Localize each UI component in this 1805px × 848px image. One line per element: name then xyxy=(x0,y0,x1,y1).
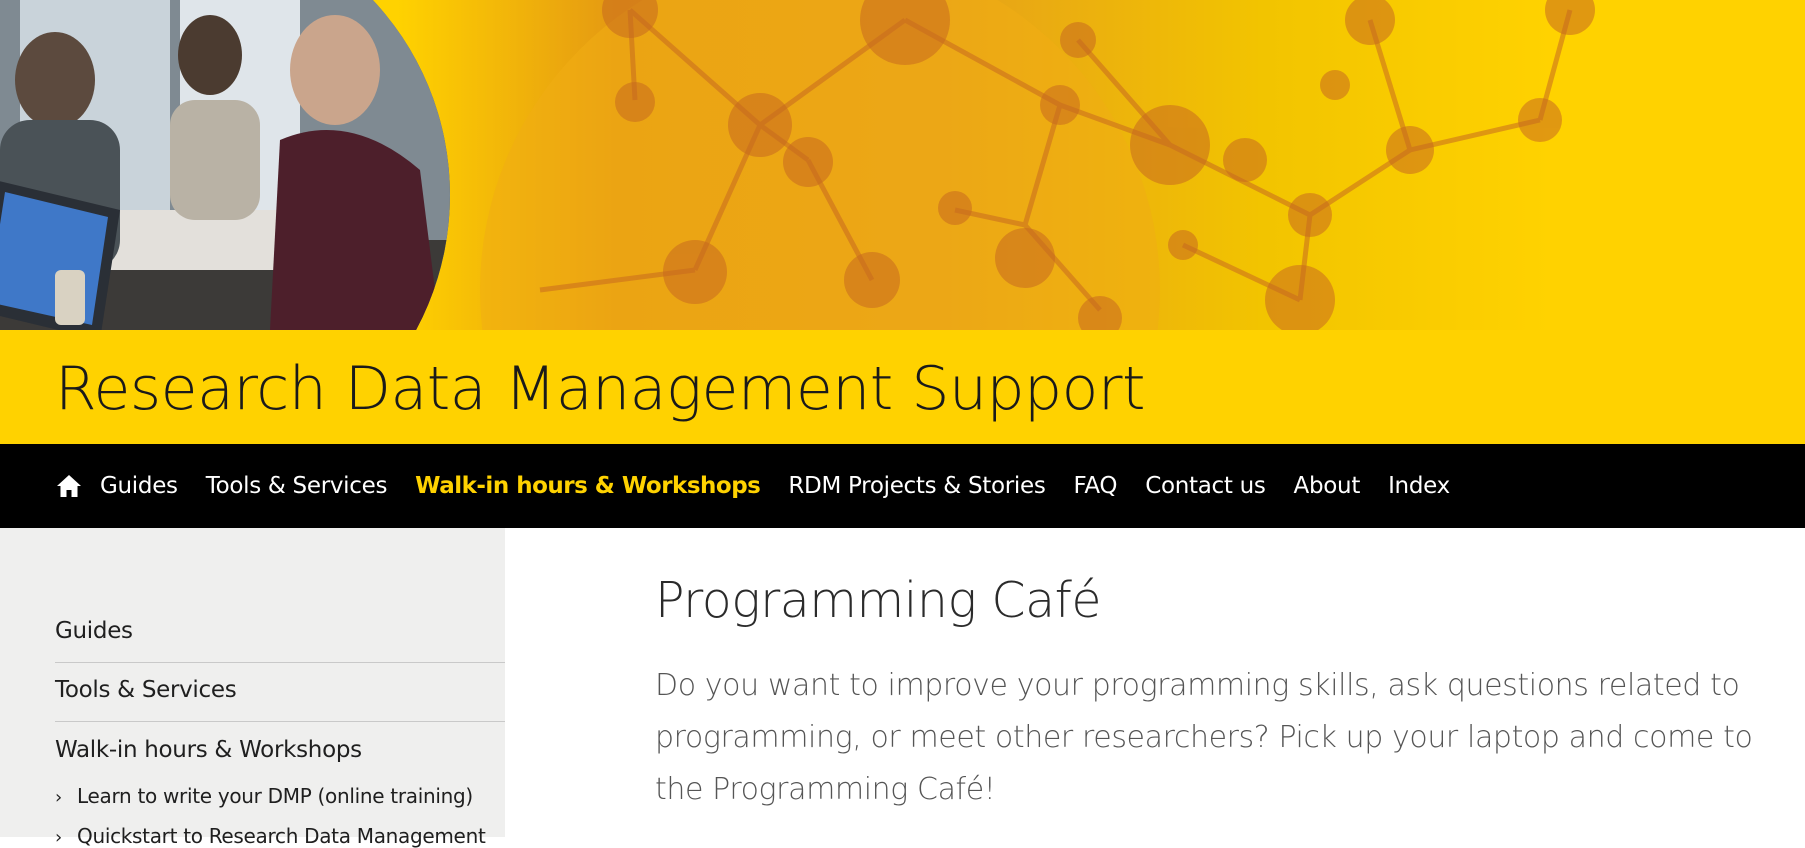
sidebar-divider xyxy=(55,721,505,722)
sidebar-item-tools-services[interactable]: Tools & Services xyxy=(55,677,505,703)
sidebar-subitem-quickstart[interactable]: › Quickstart to Research Data Management xyxy=(55,824,486,848)
nav-item-rdm-projects-stories[interactable]: RDM Projects & Stories xyxy=(788,473,1045,499)
sidebar-divider xyxy=(55,662,505,663)
chevron-right-icon: › xyxy=(55,827,62,848)
nav-item-about[interactable]: About xyxy=(1294,473,1361,499)
sidebar-subitem-label: Quickstart to Research Data Management xyxy=(77,824,486,848)
nav-item-walk-in-hours-workshops[interactable]: Walk-in hours & Workshops xyxy=(415,473,761,499)
chevron-right-icon: › xyxy=(55,787,62,808)
nav-item-contact-us[interactable]: Contact us xyxy=(1145,473,1266,499)
sidebar-item-walk-in-hours-workshops[interactable]: Walk-in hours & Workshops xyxy=(55,737,505,763)
home-icon[interactable] xyxy=(56,473,82,499)
site-title[interactable]: Research Data Management Support xyxy=(55,354,1146,424)
nav-item-index[interactable]: Index xyxy=(1388,473,1450,499)
nav-item-guides[interactable]: Guides xyxy=(100,473,178,499)
sidebar-subitem-dmp-training[interactable]: › Learn to write your DMP (online trainin… xyxy=(55,784,473,808)
header-banner xyxy=(0,0,1805,330)
sidebar: Guides Tools & Services Walk-in hours & … xyxy=(0,528,505,848)
page-title: Programming Café xyxy=(655,572,1102,629)
sidebar-item-guides[interactable]: Guides xyxy=(55,618,505,644)
students-photo xyxy=(0,0,450,330)
main-navigation: Guides Tools & Services Walk-in hours & … xyxy=(0,444,1805,528)
nav-item-tools-services[interactable]: Tools & Services xyxy=(206,473,388,499)
nav-item-faq[interactable]: FAQ xyxy=(1074,473,1118,499)
sidebar-subitem-label: Learn to write your DMP (online training… xyxy=(77,784,473,808)
intro-paragraph: Do you want to improve your programming … xyxy=(655,668,1753,807)
